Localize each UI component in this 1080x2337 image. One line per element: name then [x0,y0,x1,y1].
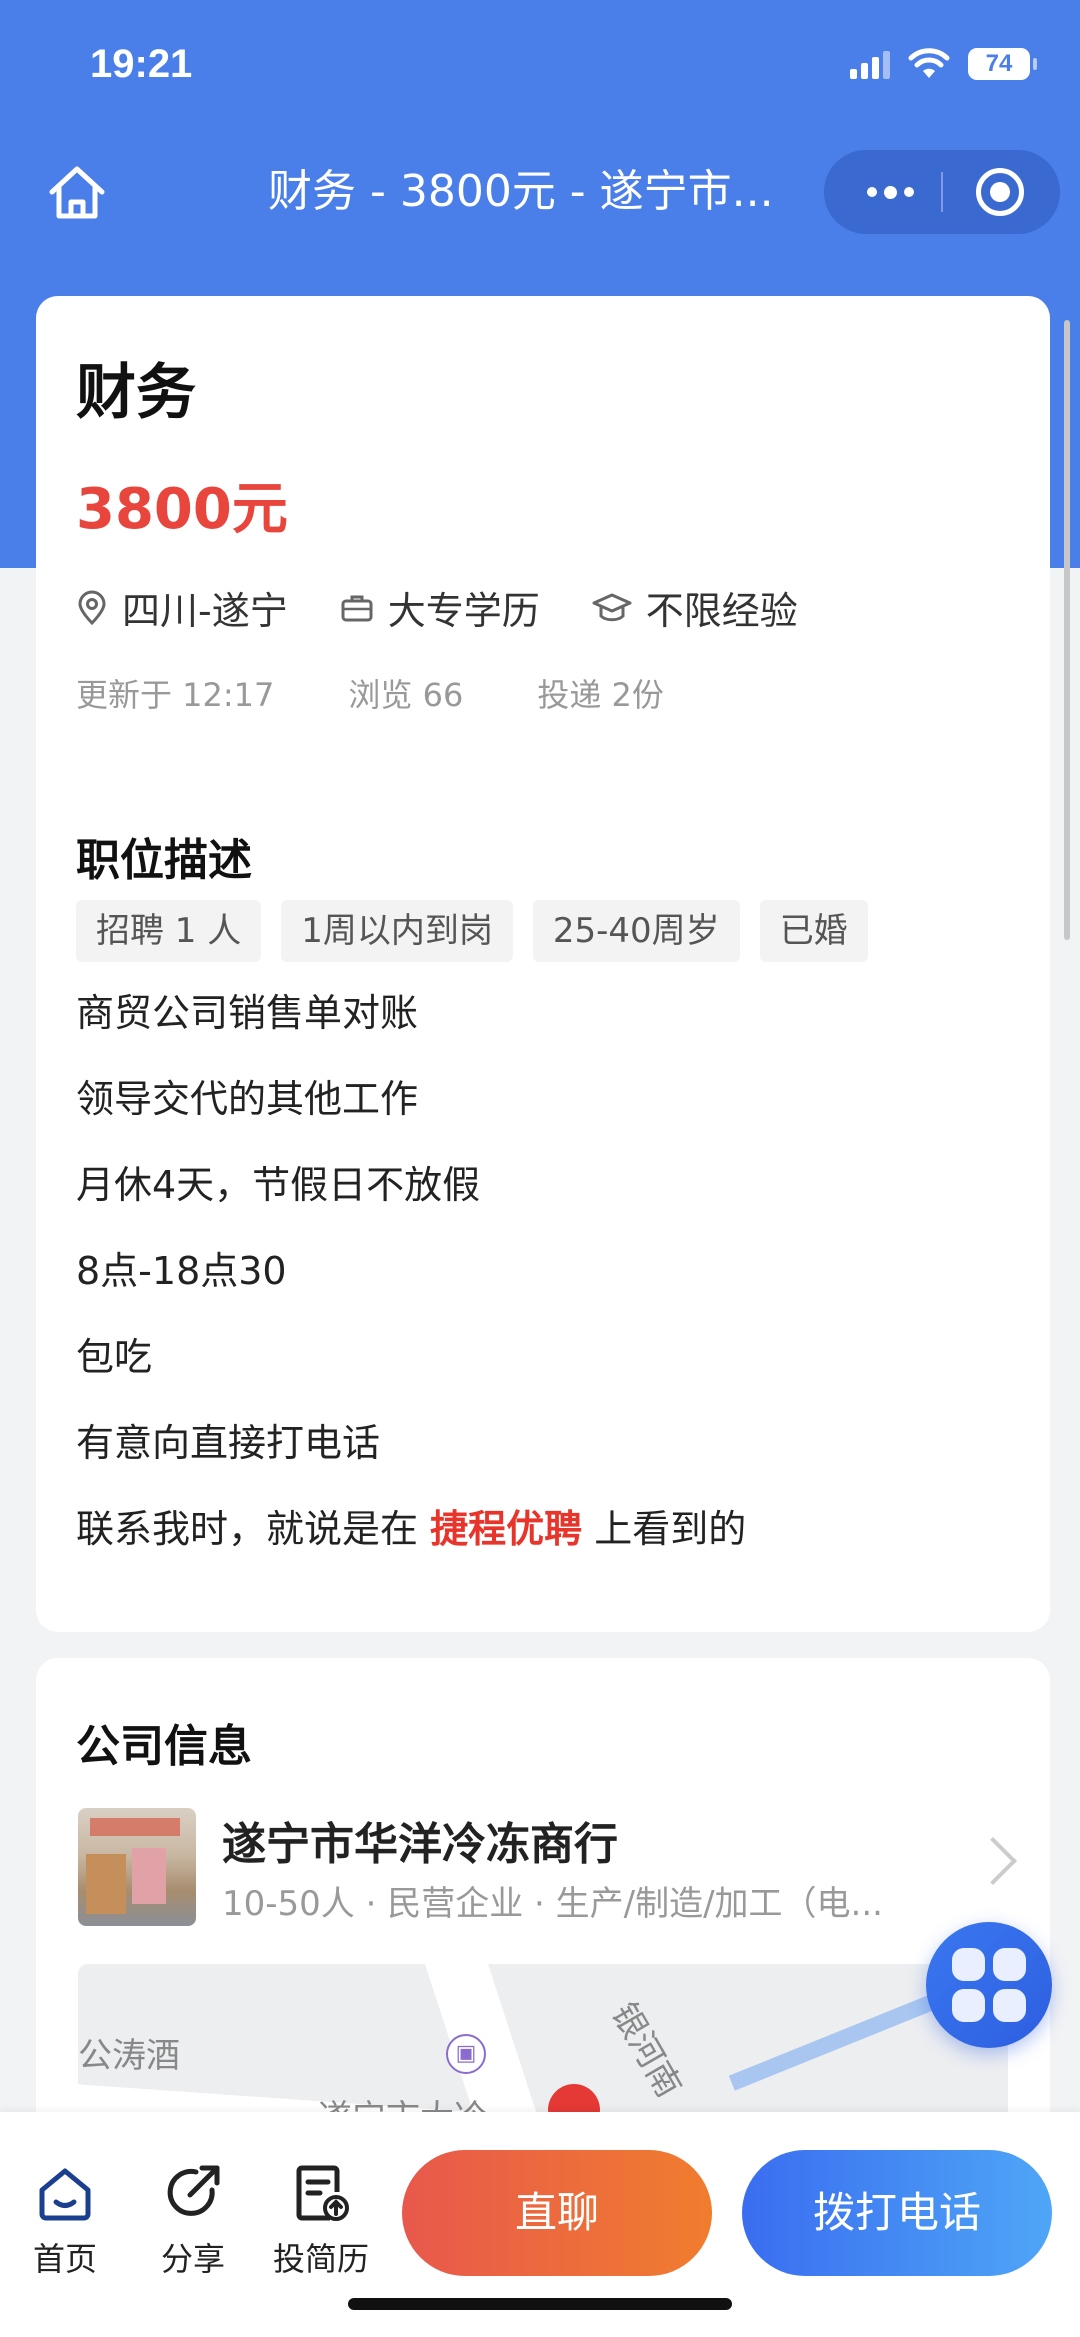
company-info: 10-50人 · 民营企业 · 生产/制造/加工（电... [222,1884,883,1924]
tag-age: 25-40周岁 [532,900,740,962]
direct-chat-button[interactable]: 直聊 [402,2150,712,2276]
home-icon [39,2168,91,2221]
home-indicator[interactable] [348,2298,732,2310]
map-label: 银河南 [603,1996,689,2105]
location-item: 四川-遂宁 [76,580,288,635]
company-section-title: 公司信息 [76,1721,252,1772]
tab-home[interactable]: 首页 [10,2162,120,2280]
salary: 3800元 [76,477,288,542]
tag-start-date: 1周以内到岗 [281,900,513,962]
updated-time: 更新于 12:17 [76,676,275,714]
tag-marital: 已婚 [759,900,868,962]
experience-text: 不限经验 [645,589,798,633]
location-text: 四川-遂宁 [122,589,288,633]
page-title: 财务 - 3800元 - 遂宁市... [268,166,774,217]
description-line: 有意向直接打电话 [76,1421,381,1465]
battery-icon: 74 [968,48,1037,80]
home-icon[interactable] [44,160,110,226]
signal-icon [850,49,890,79]
contact-note: 联系我时，就说是在 捷程优聘 上看到的 [76,1504,746,1590]
description-line: 商贸公司销售单对账 [76,991,419,1035]
floating-menu-button[interactable] [926,1922,1052,2048]
map-label: 公涛酒 [78,2036,180,2076]
tab-share[interactable]: 分享 [138,2162,248,2280]
wifi-icon [908,48,950,78]
location-pin-icon [78,590,106,625]
description-line: 领导交代的其他工作 [76,1077,419,1121]
tab-home-label: 首页 [32,2240,97,2278]
education-item: 大专学历 [340,580,540,635]
description-line: 包吃 [76,1335,153,1379]
nav-bar: 财务 - 3800元 - 遂宁市... [0,140,1080,240]
company-name: 遂宁市华洋冷冻商行 [222,1819,618,1870]
shop-poi-icon: ▣ [446,2034,486,2074]
scrollbar[interactable] [1064,320,1070,940]
job-description: 商贸公司销售单对账 领导交代的其他工作 月休4天，节假日不放假 8点-18点30… [76,988,746,1590]
status-icons: 74 [850,48,1037,80]
requirement-tags: 招聘 1 人 1周以内到岗 25-40周岁 已婚 [76,900,868,962]
view-count: 浏览 66 [348,676,464,714]
company-row[interactable]: 遂宁市华洋冷冻商行 10-50人 · 民营企业 · 生产/制造/加工（电... [78,1808,1018,1928]
contact-suffix: 上看到的 [582,1507,747,1551]
experience-item: 不限经验 [592,580,798,635]
close-miniprogram-icon[interactable] [976,168,1024,216]
description-line: 月休4天，节假日不放假 [76,1163,481,1207]
grid-icon [952,1948,1026,2022]
share-icon [167,2165,220,2216]
application-count: 投递 2份 [537,676,664,714]
company-logo [78,1808,196,1926]
briefcase-icon [341,595,373,621]
education-text: 大专学历 [387,589,540,633]
mini-program-capsule [824,150,1060,234]
tag-headcount: 招聘 1 人 [76,900,262,962]
job-card: 财务 3800元 四川-遂宁 大专学历 不限经验 更新于 12:17 浏览 66… [36,296,1050,1632]
tab-share-label: 分享 [160,2240,225,2278]
description-line: 8点-18点30 [76,1249,287,1293]
chevron-right-icon [968,1836,1018,1886]
resume-upload-icon [296,2165,349,2221]
status-bar: 19:21 74 [0,0,1080,140]
tab-resume[interactable]: 投简历 [266,2162,376,2280]
job-meta: 四川-遂宁 大专学历 不限经验 [76,580,850,635]
description-title: 职位描述 [76,835,252,886]
platform-name: 捷程优聘 [430,1507,583,1551]
job-title: 财务 [76,358,196,428]
job-stats: 更新于 12:17 浏览 66 投递 2份 [76,670,738,716]
graduation-cap-icon [592,593,632,621]
more-icon[interactable] [854,150,926,234]
tab-resume-label: 投简历 [272,2240,369,2278]
contact-prefix: 联系我时，就说是在 [76,1507,431,1551]
capsule-divider [941,172,943,212]
status-time: 19:21 [90,42,193,86]
call-phone-button[interactable]: 拨打电话 [742,2150,1052,2276]
